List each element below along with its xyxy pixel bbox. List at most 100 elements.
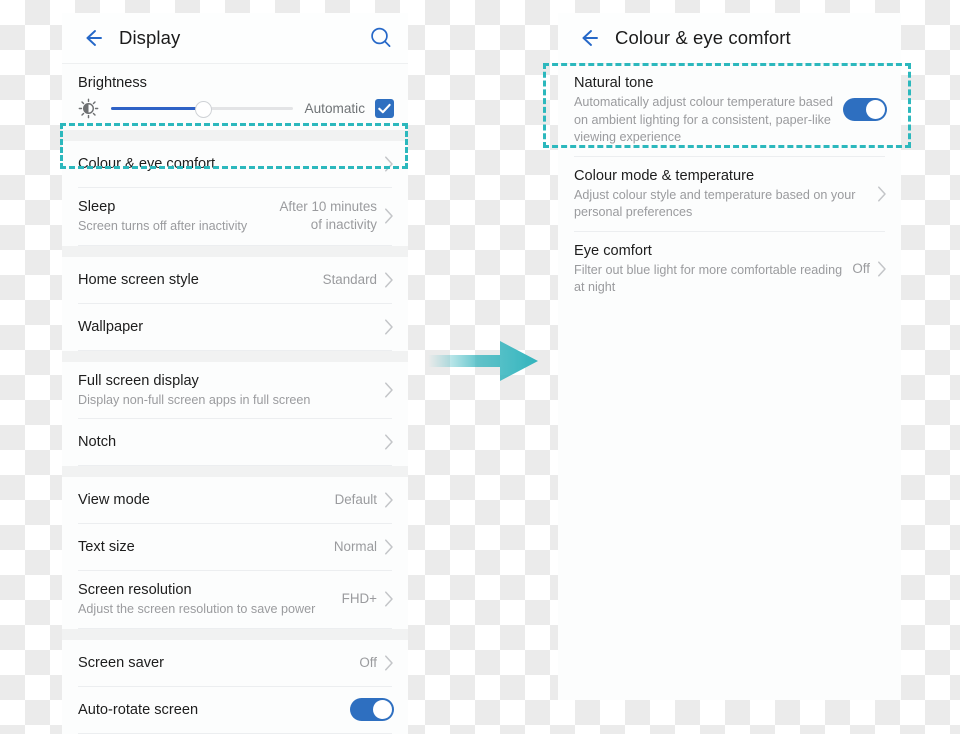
- back-arrow-icon[interactable]: [78, 23, 108, 53]
- right-arrow-icon: [428, 337, 540, 385]
- page-title: Display: [119, 27, 181, 48]
- group-separator: [62, 245, 408, 257]
- list-item-colour-mode-temperature[interactable]: Colour mode & temperature Adjust colour s…: [558, 156, 901, 231]
- display-settings-list: Colour & eye comfort Sleep Screen turns of…: [62, 130, 408, 734]
- brightness-group: Brightness Automatic: [62, 64, 408, 130]
- list-item-home-screen-style[interactable]: Home screen style Standard: [62, 256, 408, 303]
- toggle-knob: [866, 100, 885, 120]
- chevron-right-icon: [384, 654, 394, 672]
- list-item-title: Full screen display: [78, 372, 199, 389]
- chevron-right-icon: [384, 538, 394, 556]
- settings-group: Colour & eye comfort Sleep Screen turns of…: [62, 141, 408, 246]
- list-item-text: Auto-rotate screen: [78, 691, 340, 729]
- list-item-text-size[interactable]: Text size Normal: [62, 524, 408, 570]
- list-item-wallpaper[interactable]: Wallpaper: [62, 303, 408, 350]
- toggle-switch[interactable]: [350, 698, 394, 721]
- brightness-sun-icon: [78, 98, 99, 119]
- list-item-text: Home screen style: [78, 261, 315, 299]
- page-title: Colour & eye comfort: [615, 27, 791, 48]
- list-item-subtitle: Adjust colour style and temperature base…: [574, 187, 856, 220]
- list-item-title: Sleep: [78, 199, 116, 215]
- toggle-knob: [373, 700, 392, 719]
- list-item-text: Screen saver: [78, 644, 351, 682]
- list-item-view-mode[interactable]: View mode Default: [62, 477, 408, 523]
- list-item-notch[interactable]: Notch: [62, 419, 408, 465]
- list-item-text: Text size: [78, 528, 326, 566]
- list-item-title: Notch: [78, 434, 117, 450]
- list-item-screen-saver[interactable]: Screen saver Off: [62, 639, 408, 686]
- list-item-value: After 10 minutes of inactivity: [279, 199, 377, 233]
- list-item-title: Screen resolution: [78, 582, 192, 598]
- list-item-value: Default: [334, 492, 377, 507]
- list-item-title: Home screen style: [78, 271, 199, 288]
- list-item-text: View mode: [78, 481, 327, 519]
- list-item-text: Notch: [78, 423, 377, 461]
- list-item-subtitle: Automatically adjust colour temperature …: [574, 95, 834, 144]
- search-icon[interactable]: [368, 25, 394, 51]
- right-appbar: Colour & eye comfort: [558, 13, 901, 64]
- list-item-text: Full screen display Display non-full scre…: [78, 362, 377, 419]
- settings-group: Full screen display Display non-full scre…: [62, 361, 408, 466]
- list-item-subtitle: Screen turns off after inactivity: [78, 219, 248, 233]
- list-item-title: Screen saver: [78, 654, 164, 671]
- colour-eye-comfort-panel: Colour & eye comfort Natural tone Automat…: [558, 13, 901, 700]
- chevron-right-icon: [384, 433, 394, 451]
- settings-group: Home screen style Standard Wallpaper: [62, 256, 408, 351]
- settings-group: Screen saver Off Auto-rotate screen: [62, 639, 408, 734]
- list-item-title: Wallpaper: [78, 318, 144, 335]
- list-item-natural-tone[interactable]: Natural tone Automatically adjust colour …: [558, 64, 901, 156]
- list-item-text: Natural tone Automatically adjust colour …: [574, 64, 833, 156]
- slider-fill: [111, 106, 202, 110]
- list-item-text: Eye comfort Filter out blue light for mor…: [574, 232, 844, 306]
- chevron-right-icon: [877, 185, 887, 203]
- list-item-eye-comfort[interactable]: Eye comfort Filter out blue light for mor…: [558, 231, 901, 306]
- list-item-colour-eye-comfort[interactable]: Colour & eye comfort: [62, 141, 408, 187]
- list-item-text: Sleep Screen turns off after inactivity: [78, 188, 265, 245]
- slider-thumb[interactable]: [194, 100, 212, 118]
- back-arrow-icon[interactable]: [574, 23, 604, 53]
- group-separator: [62, 466, 408, 477]
- list-item-text: Wallpaper: [78, 308, 377, 346]
- list-item-value: Normal: [333, 539, 377, 554]
- automatic-checkbox[interactable]: [375, 99, 394, 118]
- list-item-subtitle: Adjust the screen resolution to save pow…: [78, 602, 316, 616]
- list-item-value: Off: [359, 654, 377, 670]
- list-item-subtitle: Display non-full screen apps in full scr…: [78, 392, 311, 407]
- toggle-switch[interactable]: [843, 98, 887, 122]
- chevron-right-icon: [384, 318, 394, 336]
- automatic-label: Automatic: [304, 101, 365, 116]
- settings-group: View mode Default Text size Normal Screen re…: [62, 477, 408, 629]
- list-item-title: View mode: [78, 492, 150, 508]
- row-divider: [78, 732, 392, 734]
- chevron-right-icon: [877, 260, 887, 278]
- list-item-value: FHD+: [341, 591, 377, 607]
- list-item-text: Colour & eye comfort: [78, 145, 377, 183]
- list-item-title: Colour mode & temperature: [574, 167, 755, 184]
- group-separator: [62, 628, 408, 640]
- left-appbar: Display: [62, 13, 408, 64]
- list-item-title: Colour & eye comfort: [78, 156, 216, 172]
- list-item-full-screen-display[interactable]: Full screen display Display non-full scre…: [62, 361, 408, 419]
- group-separator: [62, 130, 408, 141]
- list-item-text: Colour mode & temperature Adjust colour s…: [574, 157, 870, 231]
- list-item-value: Off: [852, 260, 870, 276]
- chevron-right-icon: [384, 381, 394, 399]
- check-icon: [378, 103, 391, 114]
- list-item-value: Standard: [322, 271, 377, 287]
- list-item-title: Eye comfort: [574, 242, 652, 259]
- chevron-right-icon: [384, 155, 394, 173]
- group-separator: [62, 350, 408, 362]
- list-item-screen-resolution[interactable]: Screen resolution Adjust the screen resol…: [62, 571, 408, 628]
- list-item-auto-rotate-screen[interactable]: Auto-rotate screen: [62, 686, 408, 733]
- display-settings-panel: Display Brightness Automatic Colour & ey…: [62, 13, 408, 734]
- list-item-sleep[interactable]: Sleep Screen turns off after inactivity Af…: [62, 188, 408, 245]
- list-item-title: Auto-rotate screen: [78, 701, 199, 718]
- chevron-right-icon: [384, 271, 394, 289]
- chevron-right-icon: [384, 590, 394, 608]
- list-item-subtitle: Filter out blue light for more comfortab…: [574, 262, 843, 295]
- list-item-title: Text size: [78, 539, 135, 555]
- chevron-right-icon: [384, 207, 394, 225]
- brightness-row: Automatic: [62, 96, 408, 130]
- list-item-title: Natural tone: [574, 75, 654, 91]
- brightness-slider[interactable]: [111, 99, 293, 119]
